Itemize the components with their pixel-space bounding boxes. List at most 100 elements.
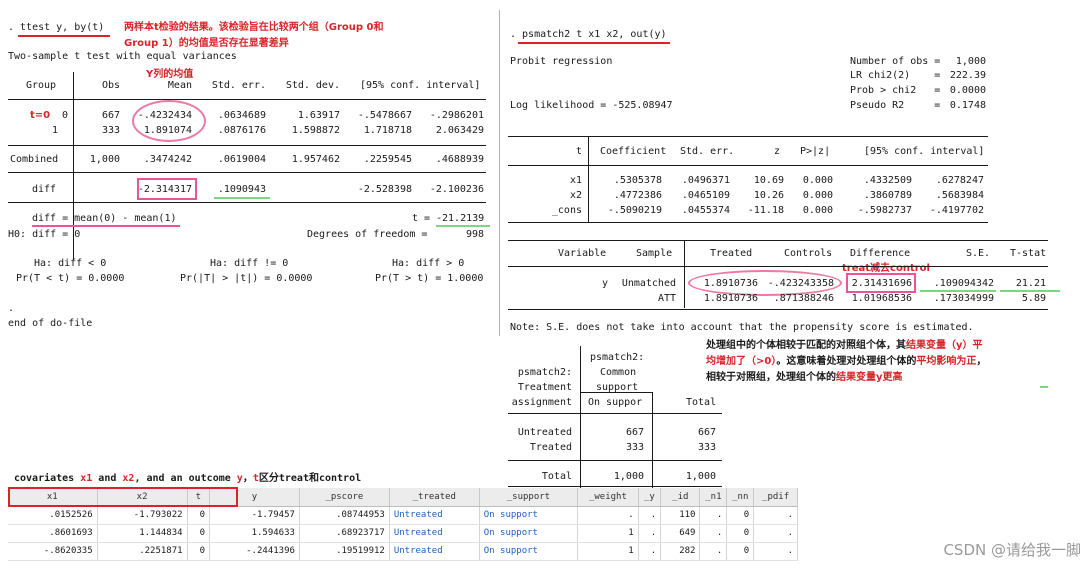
column-header-pscore[interactable]: _pscore — [299, 488, 390, 507]
grid-cell[interactable]: .8601693 — [8, 524, 98, 543]
support-row0-total: 667 — [697, 427, 716, 438]
grid-cell[interactable]: 0 — [187, 524, 211, 543]
panel-separator — [499, 10, 500, 336]
ttest-row1-sd: 1.598872 — [291, 125, 340, 136]
ttest-header-mean: Mean — [167, 80, 192, 91]
caption-fragment: covariates — [14, 473, 81, 484]
coef-row1-se: .0465109 — [681, 190, 730, 201]
grid-cell[interactable]: . — [753, 542, 798, 561]
support-rule-total — [508, 460, 722, 461]
ttest-note-2: Group 1）的均值是否存在显著差异 — [124, 38, 289, 49]
support-rule-bottom — [508, 486, 722, 487]
log-likelihood: Log likelihood = -525.08947 — [510, 100, 673, 111]
grid-cell[interactable]: . — [699, 524, 728, 543]
att-header-difference: Difference — [850, 248, 911, 259]
grid-cell[interactable]: 110 — [660, 506, 701, 525]
ttest-row0-lo: -.5478667 — [357, 110, 412, 121]
column-header-n1[interactable]: _n1 — [699, 488, 728, 507]
grid-cell[interactable]: Untreated — [389, 542, 480, 561]
table-row[interactable]: -.8620335.2251871 0 -.2441396.19519912 Untr… — [8, 542, 798, 561]
grid-cell[interactable]: 0 — [187, 542, 211, 561]
stat-value-0: 1,000 — [955, 56, 986, 67]
grid-cell[interactable]: 1 — [577, 542, 639, 561]
grid-cell[interactable]: 0 — [726, 524, 755, 543]
ttest-diff-hi: -2.100236 — [429, 184, 484, 195]
grid-cell[interactable]: -.2441396 — [209, 542, 300, 561]
grid-cell[interactable]: .68923717 — [299, 524, 390, 543]
coef-row1-hi: .5683984 — [935, 190, 984, 201]
coef-header-z: z — [773, 146, 780, 157]
explanation-fragment: 相较于对照组，处理组个体的 — [706, 372, 836, 383]
table-row[interactable]: .8601693 1.144834 0 1.594633.68923717 Untrea… — [8, 524, 798, 543]
column-header-support[interactable]: _support — [479, 488, 579, 507]
diff-mean-box — [137, 178, 197, 200]
grid-cell[interactable]: Untreated — [389, 506, 480, 525]
support-total-label: Total — [541, 471, 572, 482]
att-explanation: 处理组中的个体相较于匹配的对照组个体，其结果变量（y）平 均增加了（>0）。这意味… — [706, 338, 986, 386]
att-header-se: S.E. — [966, 248, 991, 259]
grid-cell[interactable]: .2251871 — [97, 542, 188, 561]
att-row1-sample: ATT — [657, 293, 676, 304]
grid-cell[interactable]: . — [638, 506, 662, 525]
column-header-y[interactable]: _y — [638, 488, 662, 507]
ttest-t-label: t = — [412, 213, 431, 224]
support-divider-1 — [580, 346, 581, 490]
grid-cell[interactable]: -1.79457 — [209, 506, 300, 525]
stat-value-3: 0.1748 — [949, 100, 986, 111]
grid-cell[interactable]: 1 — [577, 524, 639, 543]
grid-cell[interactable]: On support — [479, 542, 579, 561]
grid-cell[interactable]: On support — [479, 506, 579, 525]
grid-cell[interactable]: On support — [479, 524, 579, 543]
coef-row2-var: _cons — [551, 205, 582, 216]
grid-cell[interactable]: . — [699, 542, 728, 561]
grid-cell[interactable]: 282 — [660, 542, 701, 561]
att-divider — [684, 240, 685, 308]
att-row1-se: .173034999 — [933, 293, 994, 304]
grid-cell[interactable]: Untreated — [389, 524, 480, 543]
grid-cell[interactable]: 0 — [726, 542, 755, 561]
coef-row0-se: .0496371 — [681, 175, 730, 186]
grid-cell[interactable]: . — [753, 506, 798, 525]
coef-row2-coef: -.5090219 — [607, 205, 662, 216]
grid-cell[interactable]: . — [638, 524, 662, 543]
support-rule-mid — [580, 392, 652, 393]
column-header-treated[interactable]: _treated — [389, 488, 480, 507]
stat-label-3: Pseudo R2 = — [850, 100, 941, 111]
ttest-diff-group: diff — [32, 184, 57, 195]
att-header-tstat: T-stat — [1010, 248, 1047, 259]
coef-row2-hi: -.4197702 — [929, 205, 984, 216]
support-total-on: 1,000 — [613, 471, 644, 482]
grid-cell[interactable]: .0152526 — [8, 506, 98, 525]
grid-cell[interactable]: . — [638, 542, 662, 561]
stat-value-1: 222.39 — [949, 70, 986, 81]
table-row[interactable]: .0152526 -1.793022 0 -1.79457.08744953 Untre… — [8, 506, 798, 525]
grid-cell[interactable]: 0 — [187, 506, 211, 525]
ttest-row1-group: 1 — [51, 125, 58, 136]
ttest-dot: . — [8, 303, 15, 314]
column-header-weight[interactable]: _weight — [577, 488, 639, 507]
explanation-fragment: 。这意味着处理对处理组个体的 — [776, 356, 917, 367]
mean-highlight-oval — [132, 100, 206, 142]
ttest-combined-group: Combined — [10, 154, 59, 165]
ttest-ha-ne: Ha: diff != 0 — [210, 258, 289, 269]
grid-cell[interactable]: -1.793022 — [97, 506, 188, 525]
coef-row0-hi: .6278247 — [935, 175, 984, 186]
column-header-pdif[interactable]: _pdif — [753, 488, 798, 507]
column-header-nn[interactable]: _nn — [726, 488, 755, 507]
coef-header-p: P>|z| — [800, 146, 831, 157]
grid-cell[interactable]: .19519912 — [299, 542, 390, 561]
column-header-id[interactable]: _id — [660, 488, 701, 507]
grid-cell[interactable]: 649 — [660, 524, 701, 543]
grid-cell[interactable]: . — [753, 524, 798, 543]
grid-cell[interactable]: . — [699, 506, 728, 525]
grid-cell[interactable]: 0 — [726, 506, 755, 525]
grid-cell[interactable]: -.8620335 — [8, 542, 98, 561]
support-row0-label: Untreated — [517, 427, 572, 438]
grid-cell[interactable]: . — [577, 506, 639, 525]
grid-cell[interactable]: 1.594633 — [209, 524, 300, 543]
att-row1-controls: .871388246 — [773, 293, 834, 304]
caption-fragment: ， — [242, 473, 253, 484]
grid-cell[interactable]: 1.144834 — [97, 524, 188, 543]
grid-cell[interactable]: .08744953 — [299, 506, 390, 525]
coef-row0-var: x1 — [569, 175, 582, 186]
